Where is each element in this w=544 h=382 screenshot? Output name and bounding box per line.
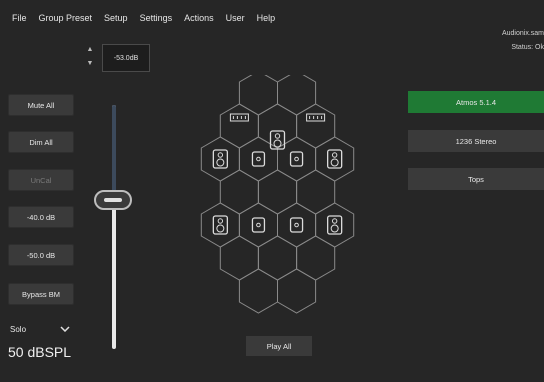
- menu-help[interactable]: Help: [257, 13, 276, 23]
- menu-user[interactable]: User: [226, 13, 245, 23]
- spl-readout: 50 dBSPL: [8, 344, 72, 360]
- stepper-down-icon[interactable]: ▼: [86, 57, 94, 71]
- speaker-slot[interactable]: [238, 136, 278, 182]
- speaker-slot[interactable]: [257, 103, 298, 149]
- menu-settings[interactable]: Settings: [140, 13, 173, 23]
- menu-group-preset[interactable]: Group Preset: [39, 13, 93, 23]
- level-stepper[interactable]: ▲ ▼: [86, 43, 94, 73]
- solo-dropdown-value: Solo: [10, 324, 27, 334]
- ceiling-speaker-icon[interactable]: [251, 217, 266, 233]
- speaker-slot[interactable]: [296, 169, 336, 215]
- ceiling-speaker-icon[interactable]: [289, 217, 304, 233]
- preset-tops-button[interactable]: Tops: [408, 168, 544, 190]
- speaker-slot[interactable]: [219, 103, 259, 149]
- logged-in-user: Audionix.sam: [501, 30, 544, 37]
- speaker-slot[interactable]: [238, 202, 278, 248]
- bypass-bm-button[interactable]: Bypass BM: [8, 283, 74, 305]
- speaker-slot[interactable]: [277, 202, 317, 248]
- speaker-slot[interactable]: [296, 103, 336, 149]
- preset-40db-button[interactable]: -40.0 dB: [8, 206, 74, 228]
- floor-speaker-icon[interactable]: [269, 130, 286, 150]
- preset-atmos-button[interactable]: Atmos 5.1.4: [408, 91, 544, 113]
- menu-bar: File Group Preset Setup Settings Actions…: [0, 0, 544, 40]
- speaker-slot[interactable]: [219, 235, 259, 281]
- speaker-slot[interactable]: [277, 136, 317, 182]
- center-speaker-icon[interactable]: [306, 113, 326, 122]
- preset-50db-button[interactable]: -50.0 dB: [8, 244, 74, 266]
- fader-handle[interactable]: [94, 190, 132, 210]
- speaker-hex-grid[interactable]: [175, 75, 380, 323]
- ceiling-speaker-icon[interactable]: [289, 151, 304, 167]
- solo-dropdown[interactable]: Solo: [8, 320, 74, 338]
- chevron-down-icon: [60, 326, 70, 332]
- ceiling-speaker-icon[interactable]: [251, 151, 266, 167]
- dim-all-button[interactable]: Dim All: [8, 131, 74, 153]
- speaker-slot[interactable]: [296, 235, 336, 281]
- speaker-slot[interactable]: [277, 75, 317, 116]
- speaker-slot[interactable]: [257, 235, 298, 281]
- menu-actions[interactable]: Actions: [184, 13, 214, 23]
- speaker-slot[interactable]: [277, 268, 317, 314]
- floor-speaker-icon[interactable]: [327, 215, 343, 235]
- uncal-button[interactable]: UnCal: [8, 169, 74, 191]
- speaker-slot[interactable]: [238, 268, 278, 314]
- status-text: Status: Ok: [511, 44, 544, 51]
- level-readout[interactable]: -53.0dB: [102, 44, 150, 72]
- speaker-slot[interactable]: [238, 75, 278, 116]
- preset-stereo-button[interactable]: 1236 Stereo: [408, 130, 544, 152]
- floor-speaker-icon[interactable]: [327, 149, 343, 169]
- stepper-up-icon[interactable]: ▲: [86, 43, 94, 57]
- menu-file[interactable]: File: [12, 13, 27, 23]
- menu-setup[interactable]: Setup: [104, 13, 128, 23]
- floor-speaker-icon[interactable]: [212, 149, 228, 169]
- floor-speaker-icon[interactable]: [212, 215, 228, 235]
- mute-all-button[interactable]: Mute All: [8, 94, 74, 116]
- fader-track-upper: [112, 105, 116, 199]
- app-window: File Group Preset Setup Settings Actions…: [0, 0, 544, 382]
- speaker-slot[interactable]: [219, 169, 259, 215]
- center-speaker-icon[interactable]: [229, 113, 249, 122]
- status-area: Audionix.sam Status: Ok: [464, 27, 544, 55]
- speaker-slot[interactable]: [257, 169, 298, 215]
- play-all-button[interactable]: Play All: [246, 336, 312, 356]
